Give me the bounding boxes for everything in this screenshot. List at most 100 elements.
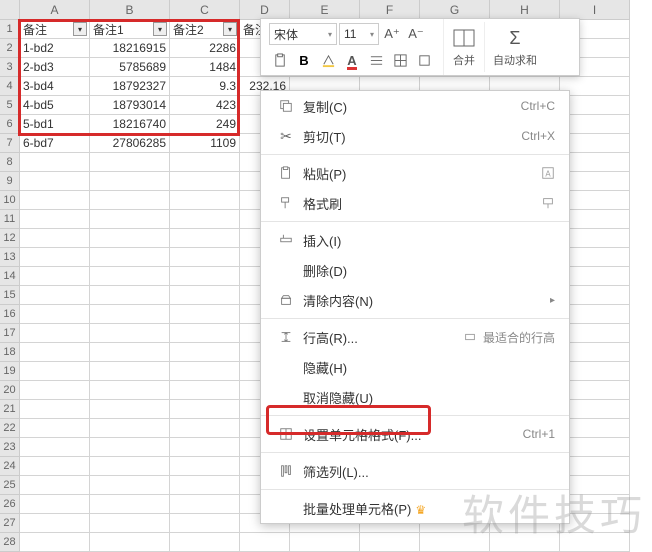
row-header[interactable]: 19 xyxy=(0,362,20,381)
cell[interactable]: 1109 xyxy=(170,134,240,153)
row-header[interactable]: 25 xyxy=(0,476,20,495)
font-size-select[interactable]: 11▾ xyxy=(339,23,379,45)
row-header[interactable]: 3 xyxy=(0,58,20,77)
cell[interactable]: 18792327 xyxy=(90,77,170,96)
menu-paste[interactable]: 粘贴(P) A xyxy=(261,158,569,188)
menu-insert[interactable]: 插入(I) xyxy=(261,225,569,255)
menu-copy[interactable]: 复制(C) Ctrl+C xyxy=(261,91,569,121)
menu-clear[interactable]: 清除内容(N) ▸ xyxy=(261,285,569,315)
insert-icon xyxy=(275,233,297,247)
row-header[interactable]: 26 xyxy=(0,495,20,514)
borders-button[interactable] xyxy=(389,49,411,71)
row-header[interactable]: 20 xyxy=(0,381,20,400)
cell[interactable]: 423 xyxy=(170,96,240,115)
cell[interactable]: 18216740 xyxy=(90,115,170,134)
row-header[interactable]: 8 xyxy=(0,153,20,172)
col-header-h[interactable]: H xyxy=(490,0,560,20)
cell[interactable]: 18793014 xyxy=(90,96,170,115)
col-header-a[interactable]: A xyxy=(20,0,90,20)
bold-button[interactable]: B xyxy=(293,49,315,71)
row-header[interactable]: 17 xyxy=(0,324,20,343)
filter-dropdown-icon[interactable]: ▾ xyxy=(223,22,237,36)
row-header[interactable]: 27 xyxy=(0,514,20,533)
cell[interactable]: 4-bd5 xyxy=(20,96,90,115)
cell[interactable]: 9.3 xyxy=(170,77,240,96)
autosum-group[interactable]: Σ 自动求和 xyxy=(485,22,545,72)
cell[interactable]: 2-bd3 xyxy=(20,58,90,77)
menu-format-cells[interactable]: 设置单元格格式(F)... Ctrl+1 xyxy=(261,419,569,449)
menu-filter[interactable]: 筛选列(L)... xyxy=(261,456,569,486)
font-color-button[interactable]: A xyxy=(341,49,363,71)
corner-cell[interactable] xyxy=(0,0,20,20)
cell[interactable]: 3-bd4 xyxy=(20,77,90,96)
menu-batch[interactable]: 批量处理单元格(P)♛ xyxy=(261,493,569,523)
cell[interactable]: 备注1▾ xyxy=(90,20,170,39)
menu-delete[interactable]: 删除(D) xyxy=(261,255,569,285)
col-header-f[interactable]: F xyxy=(360,0,420,20)
menu-format-painter[interactable]: 格式刷 xyxy=(261,188,569,218)
row-header[interactable]: 24 xyxy=(0,457,20,476)
row-header[interactable]: 21 xyxy=(0,400,20,419)
clipboard-icon[interactable] xyxy=(269,49,291,71)
clear-icon xyxy=(275,293,297,307)
paste-icon xyxy=(275,166,297,180)
filter-header-label: 备注 xyxy=(23,21,47,38)
cell[interactable]: 18216915 xyxy=(90,39,170,58)
row-header[interactable]: 9 xyxy=(0,172,20,191)
row-header[interactable]: 22 xyxy=(0,419,20,438)
cell[interactable]: 备注 ▾ xyxy=(20,20,90,39)
svg-text:A: A xyxy=(545,170,551,179)
row-header[interactable]: 18 xyxy=(0,343,20,362)
decrease-font-icon[interactable]: A⁻ xyxy=(405,23,427,45)
fill-color-button[interactable] xyxy=(317,49,339,71)
row-header[interactable]: 1 xyxy=(0,20,20,39)
col-header-g[interactable]: G xyxy=(420,0,490,20)
cell[interactable]: 5785689 xyxy=(90,58,170,77)
row-header[interactable]: 15 xyxy=(0,286,20,305)
cell[interactable]: 1-bd2 xyxy=(20,39,90,58)
cell[interactable]: 备注2 ▾ xyxy=(170,20,240,39)
increase-font-icon[interactable]: A⁺ xyxy=(381,23,403,45)
row-header[interactable]: 16 xyxy=(0,305,20,324)
best-fit-icon xyxy=(463,330,477,344)
row-header[interactable]: 13 xyxy=(0,248,20,267)
col-header-b[interactable]: B xyxy=(90,0,170,20)
format-cell-button[interactable] xyxy=(413,49,435,71)
filter-dropdown-icon[interactable]: ▾ xyxy=(153,22,167,36)
col-header-e[interactable]: E xyxy=(290,0,360,20)
paste-options-icon[interactable]: A xyxy=(541,166,555,180)
copy-icon xyxy=(275,99,297,113)
align-button[interactable] xyxy=(365,49,387,71)
cell[interactable]: 5-bd1 xyxy=(20,115,90,134)
row-header[interactable]: 12 xyxy=(0,229,20,248)
cell[interactable]: 249 xyxy=(170,115,240,134)
merge-group[interactable]: 合并 xyxy=(444,22,485,72)
menu-unhide[interactable]: 取消隐藏(U) xyxy=(261,382,569,412)
cell[interactable]: 1484 xyxy=(170,58,240,77)
row-header[interactable]: 2 xyxy=(0,39,20,58)
cell[interactable]: 6-bd7 xyxy=(20,134,90,153)
row-header[interactable]: 11 xyxy=(0,210,20,229)
col-header-c[interactable]: C xyxy=(170,0,240,20)
sum-icon: Σ xyxy=(503,26,527,50)
cell[interactable]: 27806285 xyxy=(90,134,170,153)
row-header[interactable]: 5 xyxy=(0,96,20,115)
menu-cut[interactable]: ✂ 剪切(T) Ctrl+X xyxy=(261,121,569,151)
row-header[interactable]: 4 xyxy=(0,77,20,96)
format-painter-extra-icon[interactable] xyxy=(541,196,555,210)
filter-dropdown-icon[interactable]: ▾ xyxy=(73,22,87,36)
col-header-d[interactable]: D xyxy=(240,0,290,20)
row-header[interactable]: 10 xyxy=(0,191,20,210)
menu-row-height[interactable]: 行高(R)... 最适合的行高 xyxy=(261,322,569,352)
row-header[interactable]: 7 xyxy=(0,134,20,153)
row-header[interactable]: 28 xyxy=(0,533,20,552)
row-header[interactable]: 14 xyxy=(0,267,20,286)
font-family-select[interactable]: 宋体▾ xyxy=(269,23,337,45)
cell[interactable]: 2286 xyxy=(170,39,240,58)
row-header[interactable]: 23 xyxy=(0,438,20,457)
context-menu: 复制(C) Ctrl+C ✂ 剪切(T) Ctrl+X 粘贴(P) A 格式刷 … xyxy=(260,90,570,524)
col-header-i[interactable]: I xyxy=(560,0,630,20)
filter-header-label: 备注2 xyxy=(173,21,204,38)
menu-hide[interactable]: 隐藏(H) xyxy=(261,352,569,382)
row-header[interactable]: 6 xyxy=(0,115,20,134)
